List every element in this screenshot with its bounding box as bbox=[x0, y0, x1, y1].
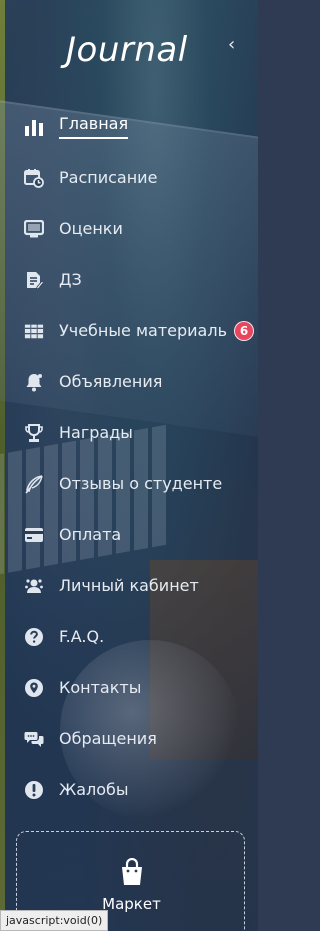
exclamation-icon bbox=[24, 780, 44, 800]
menu-item-announcements[interactable]: Объявления bbox=[0, 356, 258, 407]
menu-item-label: F.A.Q. bbox=[59, 627, 105, 646]
menu-item-reviews[interactable]: Отзывы о студенте bbox=[0, 458, 258, 509]
menu-item-homework[interactable]: ДЗ bbox=[0, 254, 258, 305]
menu-item-label: ДЗ bbox=[59, 270, 82, 289]
card-icon bbox=[24, 525, 44, 545]
menu-item-awards[interactable]: Награды bbox=[0, 407, 258, 458]
menu-item-label: Расписание bbox=[59, 168, 158, 187]
menu-item-label: Награды bbox=[59, 423, 133, 442]
main-menu: Главная Расписание Оценки ДЗ Учебные мат bbox=[0, 101, 258, 815]
calendar-clock-icon bbox=[24, 168, 44, 188]
books-icon bbox=[24, 321, 44, 341]
bell-icon bbox=[24, 372, 44, 392]
sidebar: Journal ‹ Главная Расписание Оценки ДЗ У… bbox=[0, 0, 258, 931]
menu-item-label: Главная bbox=[59, 114, 129, 139]
menu-item-label: Оценки bbox=[59, 219, 123, 238]
chat-bubbles-icon bbox=[24, 729, 44, 749]
menu-item-label: Отзывы о студенте bbox=[59, 474, 223, 493]
menu-item-home[interactable]: Главная bbox=[0, 101, 258, 152]
menu-item-grades[interactable]: Оценки bbox=[0, 203, 258, 254]
monitor-icon bbox=[24, 219, 44, 239]
brand-logo[interactable]: Journal bbox=[66, 30, 188, 70]
menu-item-label: Оплата bbox=[59, 525, 122, 544]
menu-item-faq[interactable]: F.A.Q. bbox=[0, 611, 258, 662]
menu-item-label: Учебные материаль bbox=[59, 321, 227, 340]
menu-item-label: Жалобы bbox=[59, 780, 129, 799]
bar-chart-icon bbox=[24, 117, 44, 137]
location-pin-icon bbox=[24, 678, 44, 698]
question-icon bbox=[24, 627, 44, 647]
menu-item-label: Обращения bbox=[59, 729, 157, 748]
shopping-bag-icon bbox=[119, 858, 145, 886]
menu-item-complaints[interactable]: Жалобы bbox=[0, 764, 258, 815]
materials-count-badge: 6 bbox=[234, 320, 254, 341]
collapse-sidebar-button[interactable]: ‹ bbox=[228, 36, 235, 54]
menu-item-label: Объявления bbox=[59, 372, 163, 391]
menu-item-label: Личный кабинет bbox=[59, 576, 199, 595]
browser-status-bar: javascript:void(0) bbox=[0, 910, 109, 931]
menu-item-requests[interactable]: Обращения bbox=[0, 713, 258, 764]
menu-item-payment[interactable]: Оплата bbox=[0, 509, 258, 560]
menu-item-cabinet[interactable]: Личный кабинет bbox=[0, 560, 258, 611]
feather-icon bbox=[24, 474, 44, 494]
trophy-icon bbox=[24, 423, 44, 443]
menu-item-contacts[interactable]: Контакты bbox=[0, 662, 258, 713]
menu-item-label: Контакты bbox=[59, 678, 142, 697]
menu-item-schedule[interactable]: Расписание bbox=[0, 152, 258, 203]
user-gear-icon bbox=[24, 576, 44, 596]
edit-document-icon bbox=[24, 270, 44, 290]
menu-item-materials[interactable]: Учебные материаль 6 bbox=[0, 305, 258, 356]
